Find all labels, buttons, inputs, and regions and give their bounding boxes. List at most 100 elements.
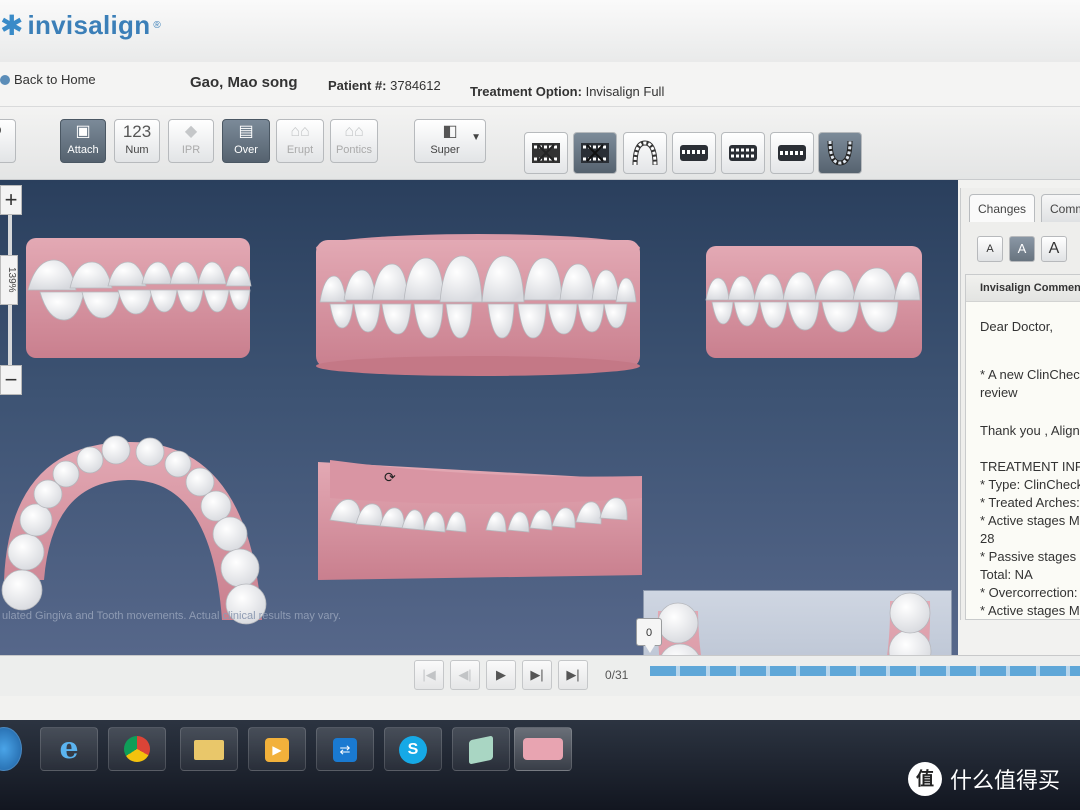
comment-line: * Type: ClinCheck	[980, 477, 1080, 492]
patient-name: Gao, Mao song	[190, 74, 298, 91]
treatment-option-value: Invisalign Full	[585, 84, 665, 99]
left-buccal-view	[26, 238, 252, 358]
stage-timeline-track[interactable]	[650, 666, 1080, 676]
font-medium-button[interactable]: A	[1009, 236, 1035, 262]
logo-registered-mark: ®	[153, 20, 161, 31]
comment-line: TREATMENT INF	[980, 459, 1080, 474]
lower-lingual-view: ⟳	[318, 460, 642, 580]
step-back-button[interactable]: ◀|	[450, 660, 480, 690]
zoom-in-button[interactable]: +	[0, 185, 22, 215]
comment-line: * Overcorrection:	[980, 585, 1078, 600]
font-large-button[interactable]: A	[1041, 236, 1067, 262]
logo-star-icon: ✱	[0, 9, 24, 41]
3d-viewport[interactable]: ⟳ ulated Gingiva and Tooth movements. Ac…	[0, 180, 958, 655]
chevron-down-icon: ▼	[471, 132, 481, 143]
back-to-home-link[interactable]: Back to Home	[0, 72, 96, 87]
ipr-button[interactable]: ◆ IPR	[168, 119, 214, 163]
comment-line: 28	[980, 531, 995, 546]
patient-number: Patient #: 3784612	[328, 78, 441, 93]
lower-arch-view-button[interactable]	[818, 132, 862, 174]
diamond-icon: ◆	[184, 123, 198, 140]
super-label: Super	[430, 144, 460, 156]
right-buccal-view	[705, 246, 922, 358]
comments-box: Invisalign Commen Dear Doctor, * A new C…	[965, 274, 1080, 620]
front-view	[316, 234, 640, 376]
comment-line: * Passive stages	[980, 549, 1077, 564]
app-window-icon[interactable]	[452, 727, 510, 771]
teeth-crossed-icon-2	[581, 143, 609, 163]
patient-number-label: Patient #:	[328, 78, 387, 93]
patient-info-bar: Back to Home Gao, Mao song Patient #: 37…	[0, 62, 1080, 107]
clincheck-taskbar-icon[interactable]	[514, 727, 572, 771]
right-view-button[interactable]	[770, 132, 814, 174]
zoom-control: + 139% −	[0, 185, 22, 400]
taskbar-apps: e ▶ ⇄ S	[0, 727, 580, 777]
erupt-teeth-icon: ⌂⌂	[290, 123, 310, 140]
tab-changes[interactable]: Changes	[969, 194, 1036, 222]
upper-arch-icon	[632, 140, 658, 166]
dental-model-render: ⟳	[1, 234, 922, 625]
num-button[interactable]: 123 Num	[114, 119, 160, 163]
rotate-icon: ↻	[0, 120, 15, 144]
left-view-button[interactable]	[672, 132, 716, 174]
upper-arch-view-button[interactable]	[623, 132, 667, 174]
comment-line: review	[980, 385, 1018, 400]
ipr-label: IPR	[181, 144, 201, 156]
logo-word: invisalign	[27, 10, 151, 40]
skype-icon[interactable]: S	[384, 727, 442, 771]
invisalign-logo: ✱ invisalign ®	[0, 10, 161, 41]
step-forward-button[interactable]: ▶|	[522, 660, 552, 690]
pontics-button[interactable]: ⌂⌂ Pontics	[330, 119, 378, 163]
front-view-button[interactable]	[721, 132, 765, 174]
stage-counter: 0/31	[605, 668, 629, 682]
number-icon: 123	[122, 122, 152, 141]
over-button[interactable]: ▤ Over	[222, 119, 270, 163]
teeth-crossed-icon	[532, 143, 560, 163]
right-side-teeth-icon	[778, 145, 806, 161]
comments-header: Invisalign Commen	[966, 275, 1080, 302]
file-explorer-icon[interactable]	[180, 727, 238, 771]
lower-arch-render	[657, 592, 932, 655]
start-button[interactable]	[0, 727, 22, 771]
comment-line: * A new ClinChec	[980, 367, 1080, 382]
erupt-button[interactable]: ⌂⌂ Erupt	[276, 119, 324, 163]
comment-line: * Treated Arches:	[980, 495, 1080, 510]
pontic-teeth-icon: ⌂⌂	[344, 123, 364, 140]
last-stage-button[interactable]: ▶|	[558, 660, 588, 690]
comment-line: Total: NA	[980, 567, 1033, 582]
treatment-option: Treatment Option: Invisalign Full	[470, 84, 664, 99]
erupt-label: Erupt	[286, 144, 314, 156]
comment-line: Thank you , Align	[980, 423, 1080, 438]
comments-panel: Changes Comm A A A Invisalign Commen Dea…	[960, 188, 1080, 620]
watermark: 值 什么值得买	[908, 762, 1060, 796]
superimpose-dropdown[interactable]: ◧ ▼ Super	[414, 119, 486, 163]
first-stage-button[interactable]: |◀	[414, 660, 444, 690]
lower-arch-icon	[827, 140, 853, 166]
hide-lower-view-button[interactable]	[573, 132, 617, 174]
attach-button[interactable]: ▣ Attach	[60, 119, 106, 163]
brand-bar: ✱ invisalign ®	[0, 0, 1080, 63]
font-small-button[interactable]: A	[977, 236, 1003, 262]
play-button[interactable]: ▶	[486, 660, 516, 690]
over-label: Over	[234, 144, 258, 156]
zoom-level-label: 139%	[0, 255, 18, 305]
reset-view-button[interactable]: ↻	[0, 119, 16, 163]
lower-occlusal-view	[643, 590, 952, 655]
internet-explorer-icon[interactable]: e	[40, 727, 98, 771]
media-player-icon[interactable]: ▶	[248, 727, 306, 771]
teamviewer-icon[interactable]: ⇄	[316, 727, 374, 771]
clincheck-window: ✱ invisalign ® Back to Home Gao, Mao son…	[0, 0, 1080, 720]
watermark-logo-icon: 值	[908, 762, 942, 796]
disclaimer-text: ulated Gingiva and Tooth movements. Actu…	[2, 610, 341, 622]
comment-line: Dear Doctor,	[980, 319, 1053, 334]
hide-upper-view-button[interactable]	[524, 132, 568, 174]
overlay-icon: ▤	[238, 123, 254, 140]
upper-occlusal-view	[1, 435, 267, 625]
tab-comments[interactable]: Comm	[1041, 194, 1080, 222]
zoom-out-button[interactable]: −	[0, 365, 22, 395]
comment-line: * Active stages M	[980, 603, 1080, 618]
stage-marker[interactable]: 0	[636, 618, 662, 653]
num-label: Num	[125, 144, 149, 156]
chrome-icon[interactable]	[108, 727, 166, 771]
stage-playback-bar: |◀ ◀| ▶ ▶| ▶| 0/31 0	[0, 618, 1080, 696]
